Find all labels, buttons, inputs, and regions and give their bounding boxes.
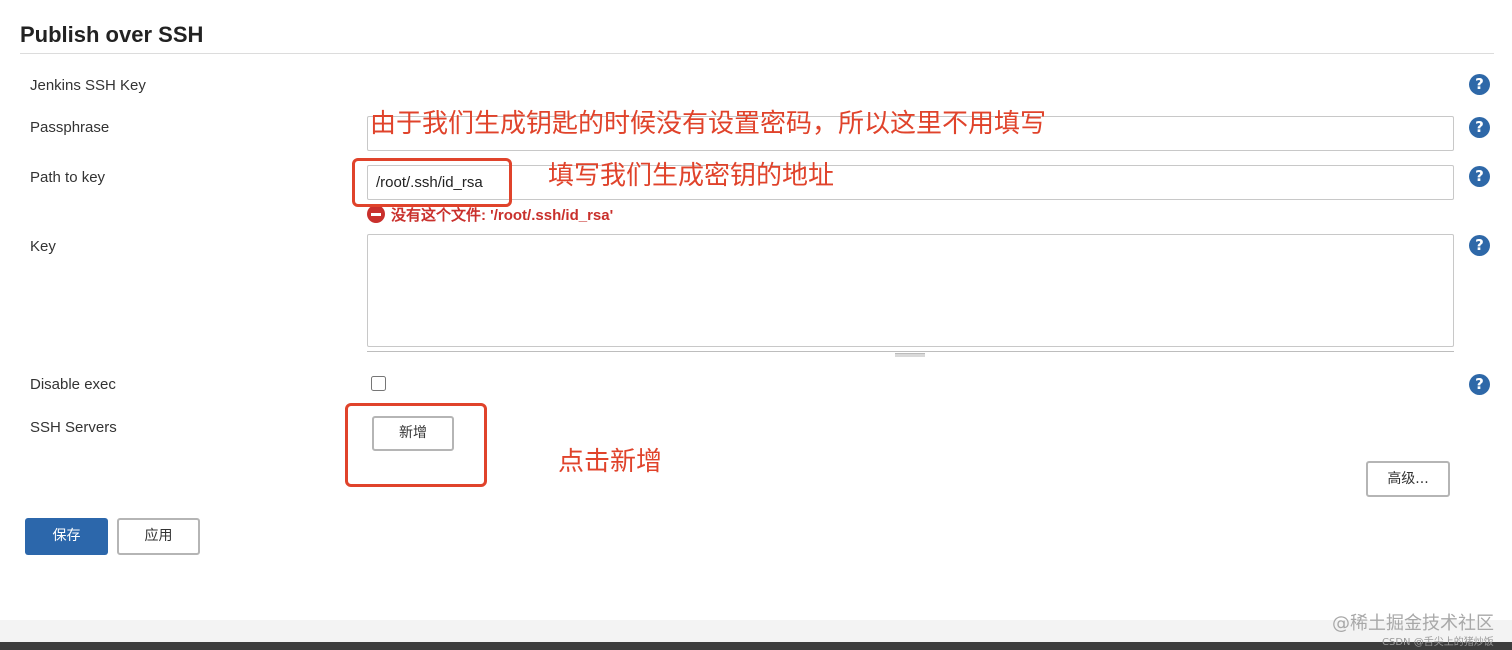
key-textarea[interactable] xyxy=(367,234,1454,347)
key-label: Key xyxy=(30,238,56,255)
section-title: Publish over SSH xyxy=(20,22,204,47)
key-textarea-resize-handle[interactable] xyxy=(895,353,925,357)
watermark: @稀土掘金技术社区 xyxy=(1332,613,1494,634)
path-to-key-label: Path to key xyxy=(30,169,106,186)
save-button[interactable]: 保存 xyxy=(25,518,108,555)
path-to-key-error: 没有这个文件: '/root/.ssh/id_rsa' xyxy=(367,204,613,224)
path-to-key-input[interactable] xyxy=(367,165,1454,200)
passphrase-label: Passphrase xyxy=(30,119,110,136)
add-button-annotation: 点击新增 xyxy=(558,447,663,477)
footer-strip xyxy=(0,620,1512,642)
disable-exec-help-icon[interactable]: ? xyxy=(1469,374,1490,395)
jenkins-ssh-key-help-icon[interactable]: ? xyxy=(1469,74,1490,95)
publish-over-ssh-page: Publish over SSH Jenkins SSH Key ? Passp… xyxy=(0,0,1512,650)
key-help-icon[interactable]: ? xyxy=(1469,235,1490,256)
apply-button[interactable]: 应用 xyxy=(117,518,200,555)
path-to-key-highlight-box xyxy=(352,158,512,207)
error-icon xyxy=(367,205,385,223)
path-to-key-help-icon[interactable]: ? xyxy=(1469,166,1490,187)
ssh-servers-label: SSH Servers xyxy=(30,419,117,436)
section-divider xyxy=(20,53,1494,54)
disable-exec-checkbox[interactable] xyxy=(371,376,386,391)
footer-bar xyxy=(0,642,1512,650)
jenkins-ssh-key-label: Jenkins SSH Key xyxy=(30,77,146,94)
advanced-button[interactable]: 高级... xyxy=(1366,461,1450,497)
add-button-highlight-box xyxy=(345,403,487,487)
path-to-key-annotation: 填写我们生成密钥的地址 xyxy=(548,161,835,191)
passphrase-help-icon[interactable]: ? xyxy=(1469,117,1490,138)
disable-exec-label: Disable exec xyxy=(30,376,116,393)
passphrase-annotation: 由于我们生成钥匙的时候没有设置密码，所以这里不用填写 xyxy=(370,109,1047,139)
watermark-credit: CSDN @舌尖上的猪炒饭 xyxy=(1382,637,1494,648)
